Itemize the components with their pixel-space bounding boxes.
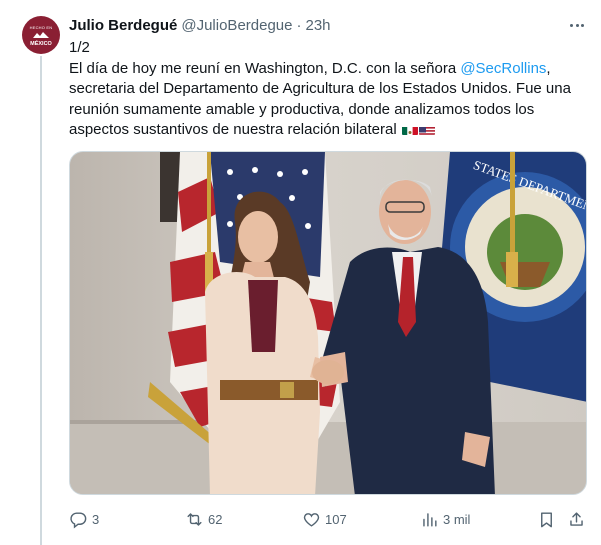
retweet-count: 62	[208, 511, 223, 527]
meeting-photo-illustration: STATES DEPARTMENT AGRICULTU	[70, 152, 586, 494]
tweet-body: El día de hoy me reuní en Washington, D.…	[69, 59, 589, 141]
author-name[interactable]: Julio Berdegué	[69, 17, 177, 34]
thread-line	[40, 56, 42, 545]
retweet-button[interactable]: 62	[185, 506, 222, 532]
like-count: 107	[325, 511, 347, 527]
share-button[interactable]	[567, 506, 586, 532]
avatar-logo-icon	[33, 32, 49, 38]
thread-marker: 1/2	[69, 39, 90, 56]
tweet-header: Julio Berdegué @JulioBerdegue · 23h	[69, 15, 331, 35]
reply-button[interactable]: 3	[69, 506, 99, 532]
tweet[interactable]: HECHO EN MÉXICO Julio Berdegué @JulioBer…	[0, 0, 601, 545]
avatar-text-bottom: MÉXICO	[30, 41, 52, 47]
tweet-text-part1: El día de hoy me reuní en Washington, D.…	[69, 59, 461, 77]
retweet-icon	[187, 512, 202, 526]
more-options-button[interactable]	[566, 15, 588, 35]
handshake	[312, 360, 344, 384]
bookmark-button[interactable]	[537, 506, 556, 532]
avatar-text-top: HECHO EN	[29, 25, 53, 30]
dot-icon	[570, 23, 574, 27]
reply-icon	[70, 511, 87, 528]
separator-dot: ·	[296, 16, 302, 34]
us-flag-icon	[418, 124, 435, 135]
like-button[interactable]: 107	[302, 506, 347, 532]
views-count: 3 mil	[443, 511, 471, 527]
dot-icon	[580, 23, 584, 27]
share-icon	[570, 511, 583, 526]
views-chart-icon	[423, 512, 437, 527]
avatar[interactable]: HECHO EN MÉXICO	[22, 16, 60, 54]
bookmark-icon	[541, 511, 552, 527]
tweet-photo[interactable]: STATES DEPARTMENT AGRICULTU	[69, 151, 587, 495]
tweet-actions: 3 62 107 3 mil	[69, 506, 589, 532]
timestamp[interactable]: 23h	[306, 17, 331, 34]
views-button[interactable]: 3 mil	[420, 506, 470, 532]
dot-icon	[575, 23, 579, 27]
tweet-text: 1/2 El día de hoy me reuní en Washington…	[69, 38, 589, 141]
author-handle[interactable]: @JulioBerdegue	[181, 17, 292, 34]
mexico-flag-icon	[401, 124, 418, 135]
mention-link[interactable]: @SecRollins	[460, 60, 546, 77]
reply-count: 3	[92, 511, 100, 527]
heart-icon	[303, 512, 320, 527]
